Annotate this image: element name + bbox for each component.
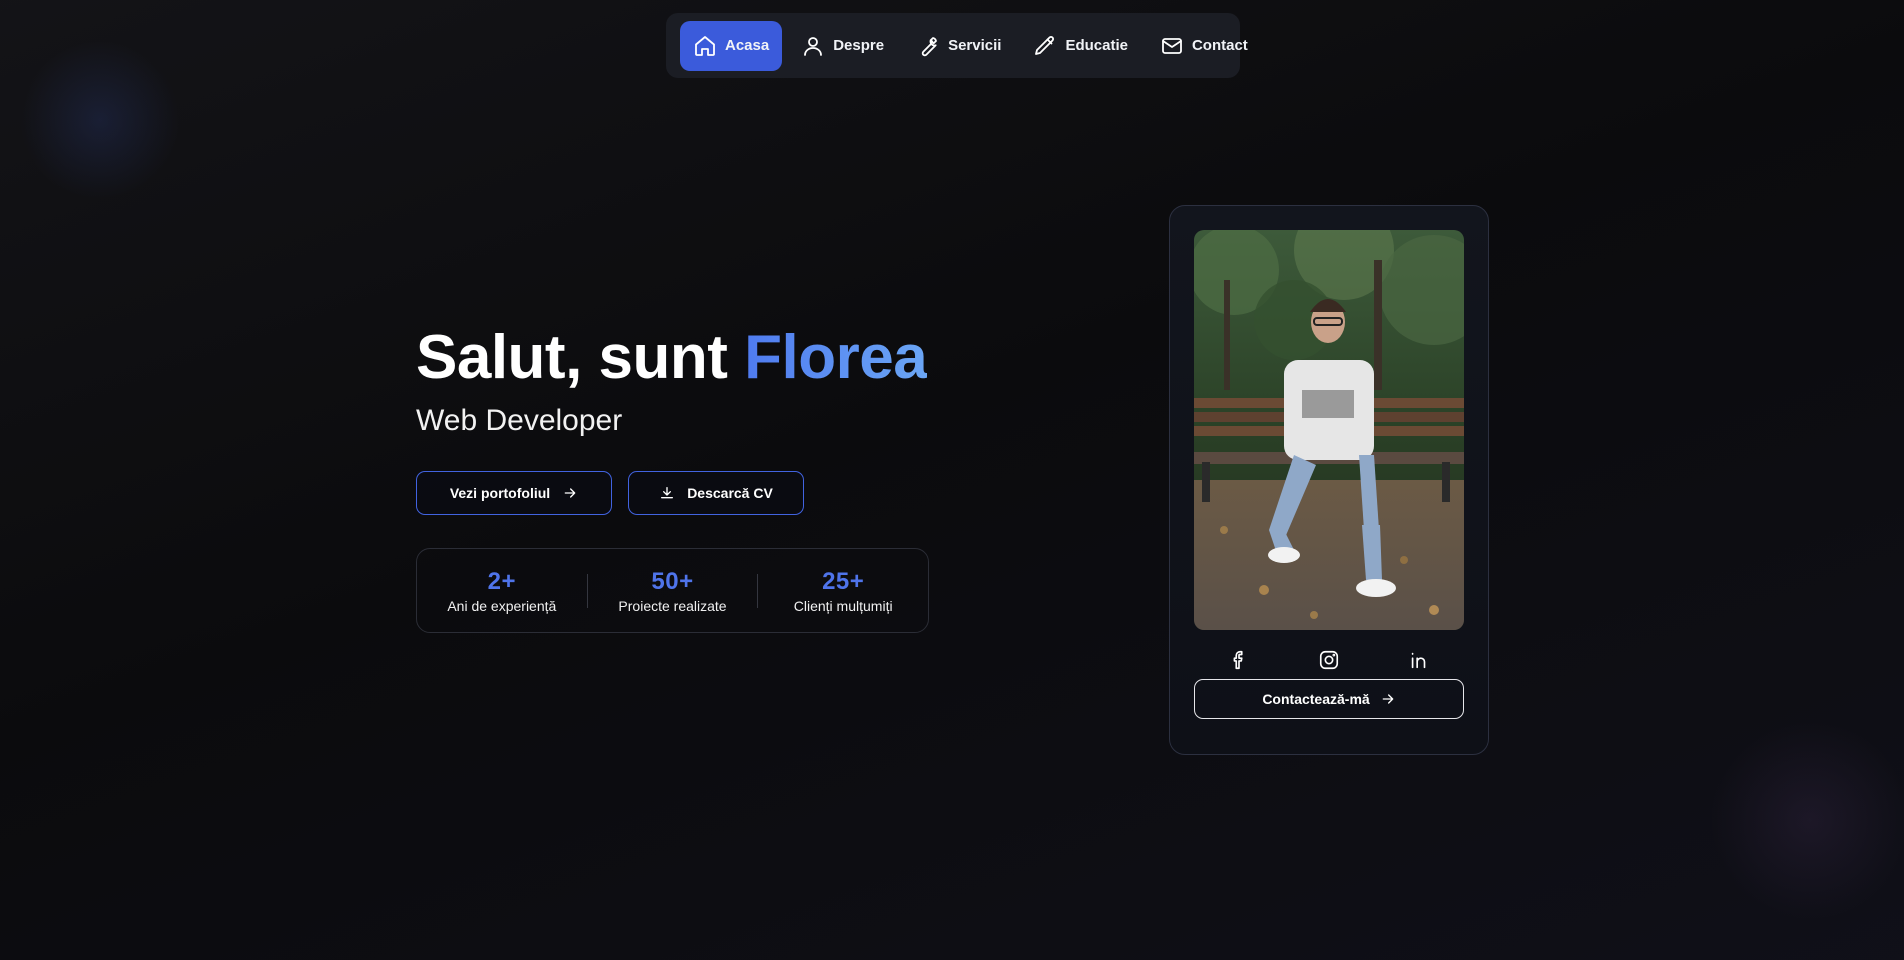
download-cv-button[interactable]: Descarcă CV bbox=[628, 471, 804, 515]
linkedin-link[interactable] bbox=[1408, 649, 1430, 676]
stats-panel: 2+ Ani de experiență 50+ Proiecte realiz… bbox=[416, 548, 929, 633]
pencil-icon bbox=[1035, 35, 1055, 55]
wrench-icon bbox=[921, 36, 937, 56]
hero-name: Florea bbox=[744, 323, 928, 392]
nav-item-contact[interactable]: Contact bbox=[1147, 21, 1261, 71]
nav-item-despre[interactable]: Despre bbox=[788, 21, 897, 71]
contact-me-label: Contactează-mă bbox=[1262, 691, 1370, 707]
hero-role: Web Developer bbox=[416, 404, 623, 437]
background-shade bbox=[0, 0, 1904, 960]
nav-item-label: Servicii bbox=[948, 37, 1002, 54]
profile-card: Contactează-mă bbox=[1169, 205, 1489, 755]
stat-label: Proiecte realizate bbox=[618, 597, 727, 614]
facebook-link[interactable] bbox=[1228, 649, 1250, 676]
instagram-icon bbox=[1319, 650, 1339, 669]
nav-item-servicii[interactable]: Servicii bbox=[903, 21, 1014, 71]
nav-item-label: Contact bbox=[1191, 37, 1248, 54]
mail-icon bbox=[1162, 37, 1182, 54]
hero-greeting: Salut, sunt bbox=[416, 323, 745, 392]
stat-projects: 50+ Proiecte realizate bbox=[588, 568, 758, 614]
nav-item-acasa[interactable]: Acasa bbox=[680, 20, 783, 71]
facebook-icon bbox=[1233, 650, 1243, 669]
download-icon bbox=[661, 487, 674, 499]
arrow-right-icon bbox=[564, 488, 576, 498]
stat-label: Clienți mulțumiți bbox=[793, 597, 893, 614]
arrow-right-icon bbox=[1382, 694, 1394, 704]
background-glow bbox=[1710, 720, 1904, 920]
contact-me-button[interactable]: Contactează-mă bbox=[1194, 679, 1464, 719]
stat-value: 2+ bbox=[487, 567, 517, 595]
view-portfolio-label: Vezi portofoliul bbox=[449, 485, 551, 501]
linkedin-icon bbox=[1411, 652, 1426, 668]
stat-value: 50+ bbox=[651, 567, 694, 595]
view-portfolio-button[interactable]: Vezi portofoliul bbox=[416, 471, 612, 515]
nav-item-label: Educatie bbox=[1065, 37, 1128, 54]
nav-item-label: Despre bbox=[833, 37, 885, 54]
stat-label: Ani de experiență bbox=[447, 597, 557, 614]
stat-value: 25+ bbox=[822, 567, 865, 595]
nav-item-label: Acasa bbox=[725, 37, 770, 54]
download-cv-label: Descarcă CV bbox=[687, 485, 773, 501]
hero-title: Salut, sunt Florea bbox=[416, 322, 928, 393]
top-navigation: Acasa Despre Servicii Educatie Contact bbox=[666, 13, 1248, 78]
profile-photo bbox=[1194, 230, 1464, 630]
instagram-link[interactable] bbox=[1318, 649, 1340, 676]
home-icon bbox=[695, 35, 715, 56]
stat-experience: 2+ Ani de experiență bbox=[417, 568, 587, 614]
social-links bbox=[1194, 646, 1464, 678]
background-glow bbox=[20, 40, 180, 200]
nav-item-educatie[interactable]: Educatie bbox=[1020, 21, 1141, 71]
user-icon bbox=[804, 36, 823, 56]
profile-photo-illustration bbox=[1194, 230, 1464, 630]
stat-clients: 25+ Clienți mulțumiți bbox=[758, 568, 928, 614]
